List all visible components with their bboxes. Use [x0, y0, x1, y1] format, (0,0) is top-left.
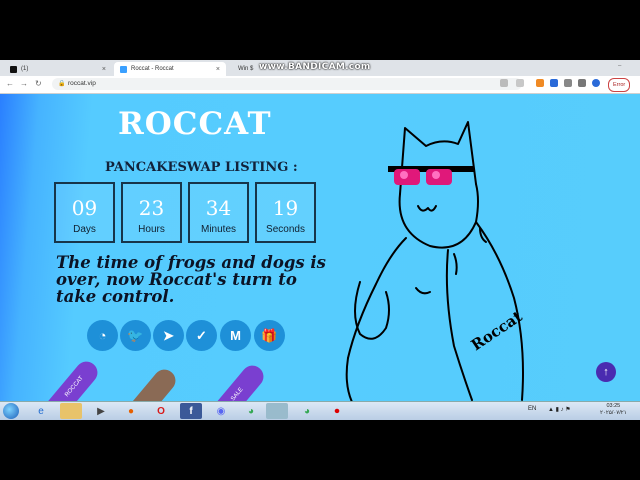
url-field[interactable]: 🔒 roccat.vip — [52, 78, 522, 90]
opera-icon[interactable]: O — [150, 403, 172, 419]
tab-label: Win $ — [238, 66, 254, 72]
clock-time: 03:25 — [606, 403, 621, 409]
tagline: The time of frogs and dogs is over, now … — [56, 253, 326, 306]
countdown-minutes: 34 Minutes — [188, 182, 249, 243]
reload-icon[interactable]: ↻ — [35, 79, 42, 88]
url-text: roccat.vip — [68, 80, 96, 87]
discord-icon[interactable]: ◉ — [210, 403, 232, 419]
scroll-top-button[interactable]: ↑ — [596, 362, 616, 382]
address-bar: ← → ↻ 🔒 roccat.vip Error — [0, 76, 640, 94]
countdown-days: 09 Days — [54, 182, 115, 243]
clock-date: ۲۰۲۵/۰۷/۲۱ — [600, 410, 627, 416]
media-player-icon[interactable]: ▶ — [90, 403, 112, 419]
avatar[interactable] — [592, 79, 600, 87]
telegram-icon[interactable]: ➤ — [153, 320, 184, 351]
ie-icon[interactable]: e — [30, 403, 52, 419]
tab-win[interactable]: Win $ — [228, 62, 258, 76]
roccat-page: ROCCAT PANCAKESWAP LISTING : 09 Days 23 … — [0, 94, 640, 401]
bandicam-watermark: www.BANDICAM.com — [259, 62, 371, 72]
tab-roccat[interactable]: Roccat - Roccat × — [114, 62, 226, 76]
close-icon[interactable]: × — [216, 66, 220, 73]
lock-icon: 🔒 — [58, 81, 66, 87]
tab-twitter[interactable]: (1) × — [4, 62, 112, 76]
countdown-value: 23 — [138, 196, 165, 220]
chrome-icon[interactable]: ◕ — [240, 403, 262, 419]
metamask-icon[interactable] — [536, 79, 544, 87]
tab-strip: (1) × Roccat - Roccat × Win $ www.BANDIC… — [0, 60, 640, 76]
stick-coin[interactable] — [118, 365, 180, 401]
puzzle-icon[interactable] — [564, 79, 572, 87]
taskbar: e ▶ ● O f ◉ ◕ ◕ ⏺ EN ▲ ▮ ♪ ⚑ 03:25 ۲۰۲۵/… — [0, 401, 640, 420]
countdown-label: Minutes — [200, 224, 236, 235]
back-icon[interactable]: ← — [6, 79, 14, 88]
twitter-icon[interactable]: 🐦 — [120, 320, 151, 351]
x-twitter-icon — [10, 65, 17, 73]
folder-icon[interactable] — [60, 403, 82, 419]
site-logo: ROCCAT — [118, 106, 272, 142]
cat-illustration: Roccat — [345, 121, 526, 401]
tray-icons[interactable]: ▲ ▮ ♪ ⚑ — [548, 406, 571, 413]
stick-label: ROCCAT — [64, 375, 85, 399]
stick-sale[interactable]: SALE — [206, 361, 268, 401]
countdown-value: 34 — [205, 196, 232, 220]
countdown-label: Hours — [138, 224, 165, 235]
coinmarketcap-icon[interactable]: ◔ — [87, 320, 118, 351]
cat-belly-text: Roccat — [468, 307, 526, 354]
chart-icon[interactable]: ✓ — [186, 320, 217, 351]
start-button[interactable] — [3, 403, 19, 419]
language-indicator[interactable]: EN — [528, 406, 536, 412]
countdown-hours: 23 Hours — [121, 182, 182, 243]
gift-icon[interactable]: 🎁 — [254, 320, 285, 351]
roccat-favicon-icon — [120, 65, 127, 73]
countdown-value: 09 — [71, 196, 98, 220]
stick-roccat[interactable]: ROCCAT — [40, 357, 102, 401]
forward-icon[interactable]: → — [20, 79, 28, 88]
tab-label: (1) — [21, 66, 29, 72]
listing-title: PANCAKESWAP LISTING : — [105, 160, 298, 175]
facebook-icon[interactable]: f — [180, 403, 202, 419]
extension-icon[interactable] — [550, 79, 558, 87]
countdown-label: Seconds — [266, 224, 305, 235]
star-icon[interactable] — [516, 79, 524, 87]
close-icon[interactable]: × — [102, 66, 106, 73]
medium-icon[interactable]: M — [220, 320, 251, 351]
stick-label: SALE — [230, 386, 245, 401]
error-button[interactable]: Error — [608, 78, 631, 92]
sidebar-icon[interactable] — [578, 79, 586, 87]
app-icon[interactable] — [266, 403, 288, 419]
chrome-icon[interactable]: ◕ — [296, 403, 318, 419]
countdown-label: Days — [73, 224, 96, 235]
minimize-icon[interactable]: – — [618, 63, 621, 69]
share-icon[interactable] — [500, 79, 508, 87]
countdown-seconds: 19 Seconds — [255, 182, 316, 243]
tab-label: Roccat - Roccat — [131, 66, 174, 72]
clock[interactable]: 03:25 ۲۰۲۵/۰۷/۲۱ — [600, 403, 627, 417]
record-icon[interactable]: ⏺ — [326, 403, 348, 419]
countdown-value: 19 — [272, 196, 299, 220]
browser-window: (1) × Roccat - Roccat × Win $ www.BANDIC… — [0, 60, 640, 420]
firefox-icon[interactable]: ● — [120, 403, 142, 419]
